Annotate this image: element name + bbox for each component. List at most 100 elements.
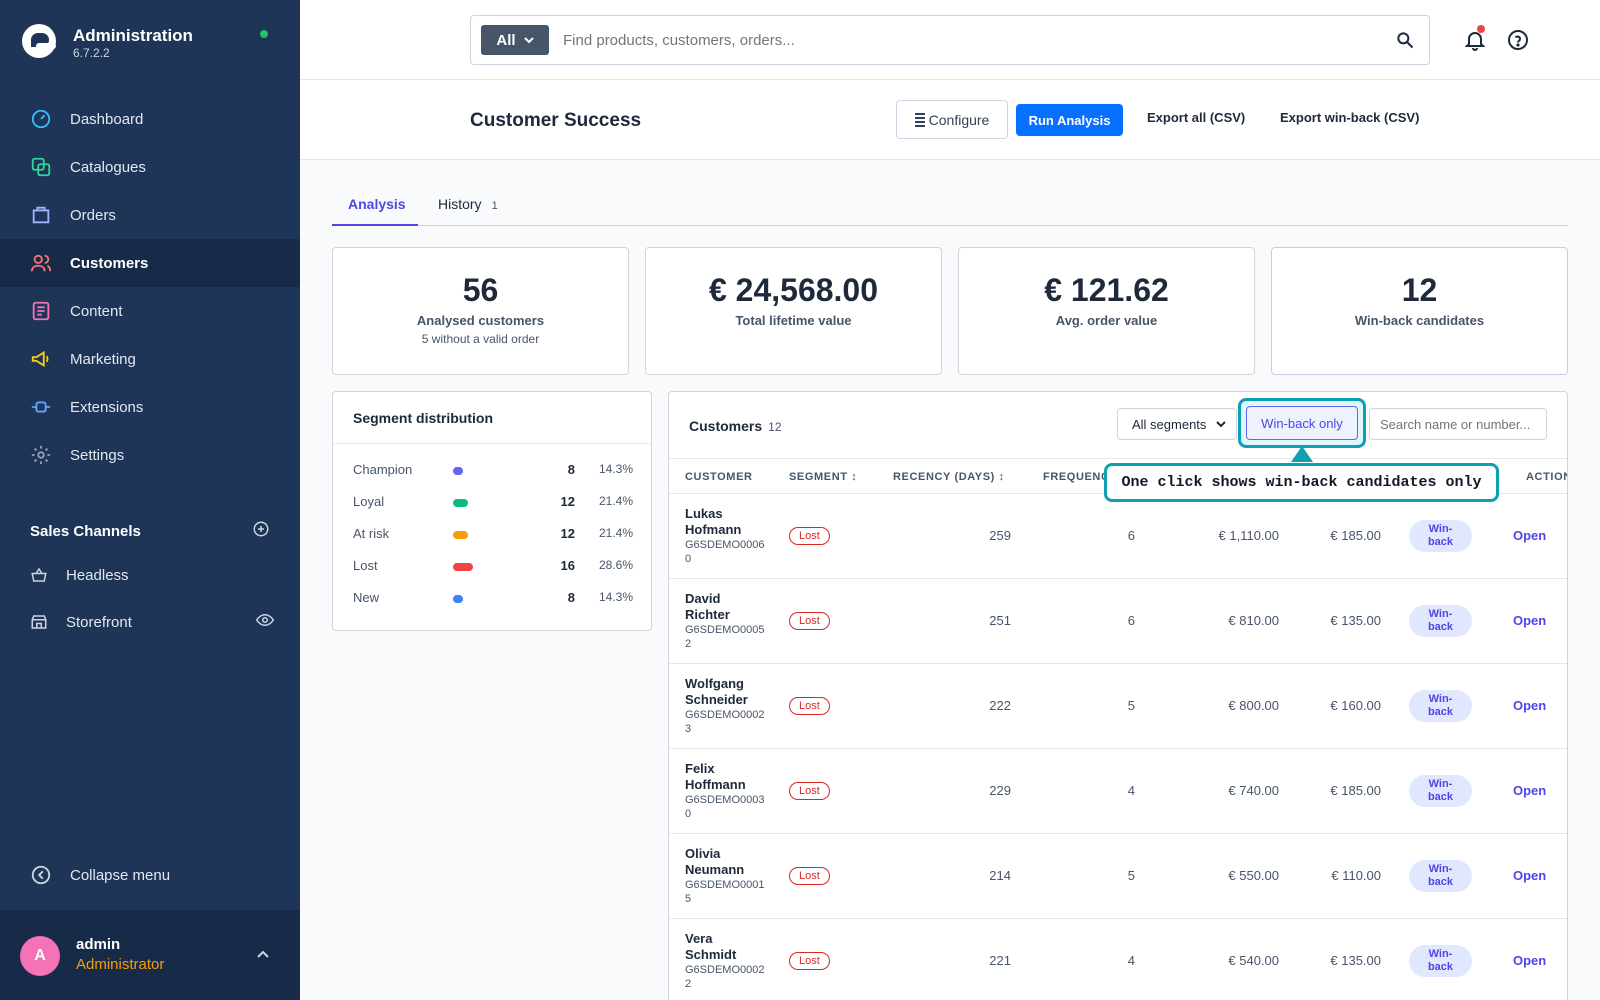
chevron-down-icon: [523, 36, 534, 43]
frequency-value: 5: [1127, 698, 1135, 713]
winback-tag: Win-back: [1409, 690, 1472, 722]
notification-bell-icon[interactable]: [1463, 28, 1487, 57]
app-title: Administration: [73, 26, 193, 45]
recency-value: 214: [989, 868, 1011, 883]
segment-row: Lost 16 28.6%: [353, 558, 633, 578]
table-row[interactable]: David Richter G6SDEMO00052 Lost 251 6 € 810.0…: [669, 579, 1567, 664]
page-header: Customer Success Configure Run Analysis …: [300, 80, 1600, 160]
recency-value: 251: [989, 613, 1011, 628]
winback-tag-label: Win-back: [1427, 693, 1454, 718]
segment-bar: [453, 531, 468, 539]
winback-tooltip: One click shows win-back candidates only: [1104, 463, 1499, 502]
eye-icon[interactable]: [255, 613, 275, 631]
sales-channel-headless[interactable]: Headless: [30, 555, 274, 595]
winback-tag: Win-back: [1409, 860, 1472, 892]
nav-label: Dashboard: [70, 110, 144, 128]
nav-item-customers[interactable]: Customers: [0, 239, 300, 287]
winback-tag-label: Win-back: [1427, 608, 1454, 633]
shopware-logo-icon[interactable]: [22, 24, 56, 58]
table-row[interactable]: Lukas Hofmann G6SDEMO00060 Lost 259 6 € 1,110…: [669, 494, 1567, 579]
customer-name[interactable]: Lukas Hofmann: [685, 506, 765, 538]
search-icon[interactable]: [1395, 30, 1415, 55]
customer-name[interactable]: David Richter: [685, 591, 765, 623]
customer-name[interactable]: Felix Hoffmann: [685, 761, 765, 793]
segment-name: Loyal: [353, 494, 385, 509]
user-role: Administrator: [76, 956, 165, 973]
col-segment[interactable]: SEGMENT ↕: [789, 471, 857, 483]
segment-percent: 21.4%: [598, 494, 633, 508]
configure-button[interactable]: Configure: [896, 100, 1008, 139]
tab-history[interactable]: History 1: [438, 196, 498, 226]
export-winback-button[interactable]: Export win-back (CSV): [1280, 110, 1419, 125]
segment-bar: [453, 595, 463, 603]
nav-item-orders[interactable]: Orders: [0, 191, 300, 239]
basket-icon: [30, 564, 48, 586]
recency-value: 229: [989, 783, 1011, 798]
customer-search-input[interactable]: [1369, 408, 1547, 440]
kpi-winback-candidates: 12 Win-back candidates: [1271, 247, 1568, 375]
tab-analysis[interactable]: Analysis: [332, 196, 418, 226]
main-nav: Dashboard Catalogues Orders Customers Co…: [0, 95, 300, 479]
avg-order-value: € 185.00: [1330, 783, 1381, 798]
lifetime-value: € 810.00: [1228, 613, 1279, 628]
sales-channel-storefront[interactable]: Storefront: [30, 602, 275, 642]
nav-label: Catalogues: [70, 158, 146, 176]
open-link[interactable]: Open: [1513, 868, 1546, 883]
winback-tag-label: Win-back: [1427, 948, 1454, 973]
nav-item-settings[interactable]: Settings: [0, 431, 300, 479]
search-type-select[interactable]: All: [481, 25, 549, 55]
winback-tag: Win-back: [1409, 775, 1472, 807]
segment-row: Champion 8 14.3%: [353, 462, 633, 482]
open-link[interactable]: Open: [1513, 698, 1546, 713]
winback-only-toggle[interactable]: Win-back only: [1246, 406, 1358, 440]
segment-filter-select[interactable]: All segments: [1117, 408, 1237, 440]
kpi-total-lifetime-value: € 24,568.00 Total lifetime value: [645, 247, 942, 375]
help-icon[interactable]: [1506, 28, 1530, 57]
avg-order-value: € 135.00: [1330, 953, 1381, 968]
customer-number: G6SDEMO00015: [685, 879, 765, 905]
col-recency[interactable]: RECENCY (DAYS) ↕: [893, 471, 1005, 483]
chevron-up-icon[interactable]: [256, 946, 270, 964]
customer-name[interactable]: Wolfgang Schneider: [685, 676, 765, 708]
open-link[interactable]: Open: [1513, 528, 1546, 543]
lifetime-value: € 540.00: [1228, 953, 1279, 968]
nav-label: Customers: [70, 254, 149, 272]
nav-item-dashboard[interactable]: Dashboard: [0, 95, 300, 143]
nav-item-catalogues[interactable]: Catalogues: [0, 143, 300, 191]
open-link[interactable]: Open: [1513, 613, 1546, 628]
segment-name: At risk: [353, 526, 390, 541]
run-analysis-button[interactable]: Run Analysis: [1016, 104, 1123, 136]
avg-order-value: € 185.00: [1330, 528, 1381, 543]
kpi-analysed-customers: 56 Analysed customers 5 without a valid …: [332, 247, 629, 375]
sales-channels-title: Sales Channels: [30, 522, 141, 540]
user-menu[interactable]: A admin Administrator: [0, 910, 300, 1000]
table-row[interactable]: Felix Hoffmann G6SDEMO00030 Lost 229 4 € 740.…: [669, 749, 1567, 834]
nav-item-extensions[interactable]: Extensions: [0, 383, 300, 431]
segment-row: Loyal 12 21.4%: [353, 494, 633, 514]
collapse-menu[interactable]: Collapse menu: [30, 864, 170, 886]
add-sales-channel-icon[interactable]: [252, 520, 270, 542]
frequency-value: 6: [1127, 613, 1135, 628]
table-row[interactable]: Wolfgang Schneider G6SDEMO00023 Lost 222 5 € …: [669, 664, 1567, 749]
global-search-input[interactable]: [563, 31, 1363, 49]
segment-bar: [453, 499, 468, 507]
open-link[interactable]: Open: [1513, 953, 1546, 968]
customer-name[interactable]: Vera Schmidt: [685, 931, 765, 963]
dashboard-icon: [30, 108, 52, 130]
sidebar-header: Administration 6.7.2.2: [22, 22, 278, 62]
storefront-icon: [30, 611, 48, 633]
customer-name[interactable]: Olivia Neumann: [685, 846, 765, 878]
open-link[interactable]: Open: [1513, 783, 1546, 798]
segment-count: 16: [560, 558, 575, 573]
kpi-value: € 24,568.00: [708, 272, 879, 308]
kpi-label: Win-back candidates: [1354, 313, 1485, 328]
export-all-button[interactable]: Export all (CSV): [1147, 110, 1245, 125]
nav-item-marketing[interactable]: Marketing: [0, 335, 300, 383]
catalogue-icon: [30, 156, 52, 178]
table-row[interactable]: Vera Schmidt G6SDEMO00022 Lost 221 4 € 540.00…: [669, 919, 1567, 1000]
col-customer[interactable]: CUSTOMER: [685, 471, 753, 483]
winback-tag-label: Win-back: [1427, 778, 1454, 803]
customers-count: 12: [768, 420, 782, 434]
table-row[interactable]: Olivia Neumann G6SDEMO00015 Lost 214 5 € 550.…: [669, 834, 1567, 919]
nav-item-content[interactable]: Content: [0, 287, 300, 335]
